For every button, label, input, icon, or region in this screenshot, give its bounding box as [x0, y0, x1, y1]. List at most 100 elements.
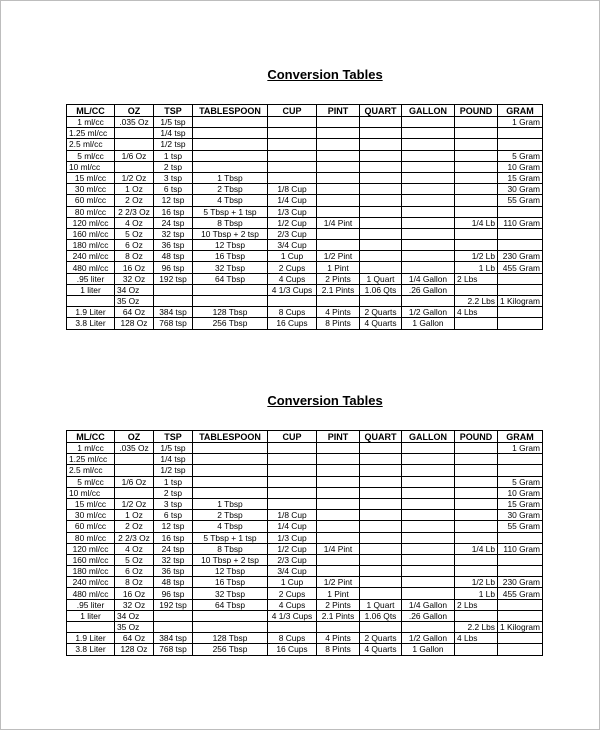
cell-pint [316, 565, 360, 578]
cell-oz: 1 Oz [114, 183, 154, 196]
cell-pound [454, 441, 498, 455]
cell-pound [454, 283, 498, 297]
cell-pound [454, 509, 498, 522]
cell-pound: 4 Lbs [454, 632, 498, 645]
cell-pint: 1/4 Pint [316, 542, 360, 555]
cell-tablespoon: 4 Tbsp [192, 194, 268, 207]
cell-ml-cc: 2.5 ml/cc [66, 464, 115, 477]
table-row: 1.9 Liter 64 Oz 384 tsp 128 Tbsp 8 Cups 4 Pin… [66, 306, 544, 319]
cell-pint [316, 149, 360, 162]
cell-pint: 8 Pints [316, 643, 360, 656]
cell-cup: 1/3 Cup [267, 531, 317, 544]
column-header-cup: CUP [267, 430, 317, 443]
cell-gram [496, 643, 544, 656]
cell-ml-cc [66, 294, 115, 308]
cell-tsp [153, 620, 193, 634]
cell-pound [454, 643, 498, 656]
cell-gallon [401, 553, 455, 567]
cell-oz: 16 Oz [114, 587, 154, 600]
cell-gram [496, 239, 544, 252]
cell-tsp: 32 tsp [153, 553, 193, 567]
cell-gram: 30 Gram [496, 183, 544, 196]
cell-gallon [401, 171, 455, 185]
table-row: 180 ml/cc 6 Oz 36 tsp 12 Tbsp 3/4 Cup [66, 239, 544, 252]
cell-tsp: 1/2 tsp [153, 464, 193, 477]
cell-tsp: 1/5 tsp [153, 115, 193, 129]
column-header-pint: PINT [316, 104, 360, 117]
column-header-pint: PINT [316, 430, 360, 443]
cell-quart [359, 497, 402, 511]
cell-oz [114, 127, 154, 140]
table-row: 1.25 ml/cc 1/4 tsp [66, 453, 544, 466]
cell-pint [316, 475, 360, 488]
cell-tsp: 48 tsp [153, 576, 193, 589]
cell-cup [267, 160, 317, 173]
cell-tablespoon: 10 Tbsp + 2 tsp [192, 227, 268, 241]
cell-quart: 4 Quarts [359, 643, 402, 656]
cell-tablespoon: 4 Tbsp [192, 520, 268, 533]
cell-tablespoon: 2 Tbsp [192, 183, 268, 196]
table-row: 5 ml/cc 1/6 Oz 1 tsp 5 Gram [66, 149, 544, 162]
cell-cup: 1 Cup [267, 250, 317, 263]
column-header-gallon: GALLON [401, 104, 455, 117]
cell-gallon [401, 453, 455, 466]
cell-pound: 2.2 Lbs [454, 294, 498, 308]
cell-cup [267, 475, 317, 488]
cell-tsp: 48 tsp [153, 250, 193, 263]
table-row: 160 ml/cc 5 Oz 32 tsp 10 Tbsp + 2 tsp 2/3 Cu… [66, 553, 544, 567]
cell-gram [496, 565, 544, 578]
cell-gram: 15 Gram [496, 497, 544, 511]
cell-gallon: 1/4 Gallon [401, 598, 455, 611]
cell-ml-cc: 240 ml/cc [66, 576, 115, 589]
cell-pint [316, 520, 360, 533]
cell-pound [454, 205, 498, 218]
cell-oz: .035 Oz [114, 441, 154, 455]
cell-pint [316, 509, 360, 522]
cell-gram [496, 127, 544, 140]
cell-gallon [401, 250, 455, 263]
cell-cup: 8 Cups [267, 306, 317, 319]
cell-gram: 30 Gram [496, 509, 544, 522]
cell-tsp [153, 283, 193, 297]
cell-ml-cc: 3.8 Liter [66, 317, 115, 330]
cell-quart [359, 520, 402, 533]
cell-ml-cc: 3.8 Liter [66, 643, 115, 656]
table-row: 3.8 Liter 128 Oz 768 tsp 256 Tbsp 16 Cups 8 P… [66, 643, 544, 656]
cell-cup: 1/2 Cup [267, 542, 317, 555]
cell-oz: 35 Oz [114, 620, 154, 634]
cell-tsp: 2 tsp [153, 486, 193, 499]
cell-tablespoon [192, 115, 268, 129]
cell-pint [316, 464, 360, 477]
cell-gallon [401, 520, 455, 533]
table-row: 240 ml/cc 8 Oz 48 tsp 16 Tbsp 1 Cup 1/2 Pint 1… [66, 576, 544, 589]
cell-oz: 6 Oz [114, 239, 154, 252]
table-row: 480 ml/cc 16 Oz 96 tsp 32 Tbsp 2 Cups 1 Pint 1… [66, 587, 544, 600]
column-header-tsp: TSP [153, 430, 193, 443]
cell-gram: 55 Gram [496, 520, 544, 533]
cell-ml-cc: 80 ml/cc [66, 531, 115, 544]
cell-tablespoon [192, 160, 268, 173]
cell-oz: 34 Oz [114, 283, 154, 297]
cell-tablespoon [192, 294, 268, 308]
cell-cup: 1/2 Cup [267, 216, 317, 229]
cell-pound [454, 486, 498, 499]
table-row: 1 ml/cc .035 Oz 1/5 tsp 1 Gram [66, 115, 544, 129]
cell-pint [316, 239, 360, 252]
cell-gram: 455 Gram [496, 587, 544, 600]
table-row: 480 ml/cc 16 Oz 96 tsp 32 Tbsp 2 Cups 1 Pint 1… [66, 261, 544, 274]
cell-pint: 1/2 Pint [316, 250, 360, 263]
cell-ml-cc: 180 ml/cc [66, 239, 115, 252]
cell-gram [496, 138, 544, 151]
column-header-cup: CUP [267, 104, 317, 117]
cell-cup [267, 486, 317, 499]
cell-ml-cc: 240 ml/cc [66, 250, 115, 263]
cell-pint [316, 453, 360, 466]
cell-gram: 110 Gram [496, 542, 544, 555]
cell-ml-cc: 1 liter [66, 283, 115, 297]
cell-cup [267, 149, 317, 162]
table-row: 1 liter 34 Oz 4 1/3 Cups 2.1 Pints 1.06 Qts.… [66, 609, 544, 623]
column-header-quart: QUART [359, 430, 402, 443]
cell-ml-cc: 180 ml/cc [66, 565, 115, 578]
cell-tsp: 24 tsp [153, 542, 193, 555]
cell-gallon [401, 565, 455, 578]
